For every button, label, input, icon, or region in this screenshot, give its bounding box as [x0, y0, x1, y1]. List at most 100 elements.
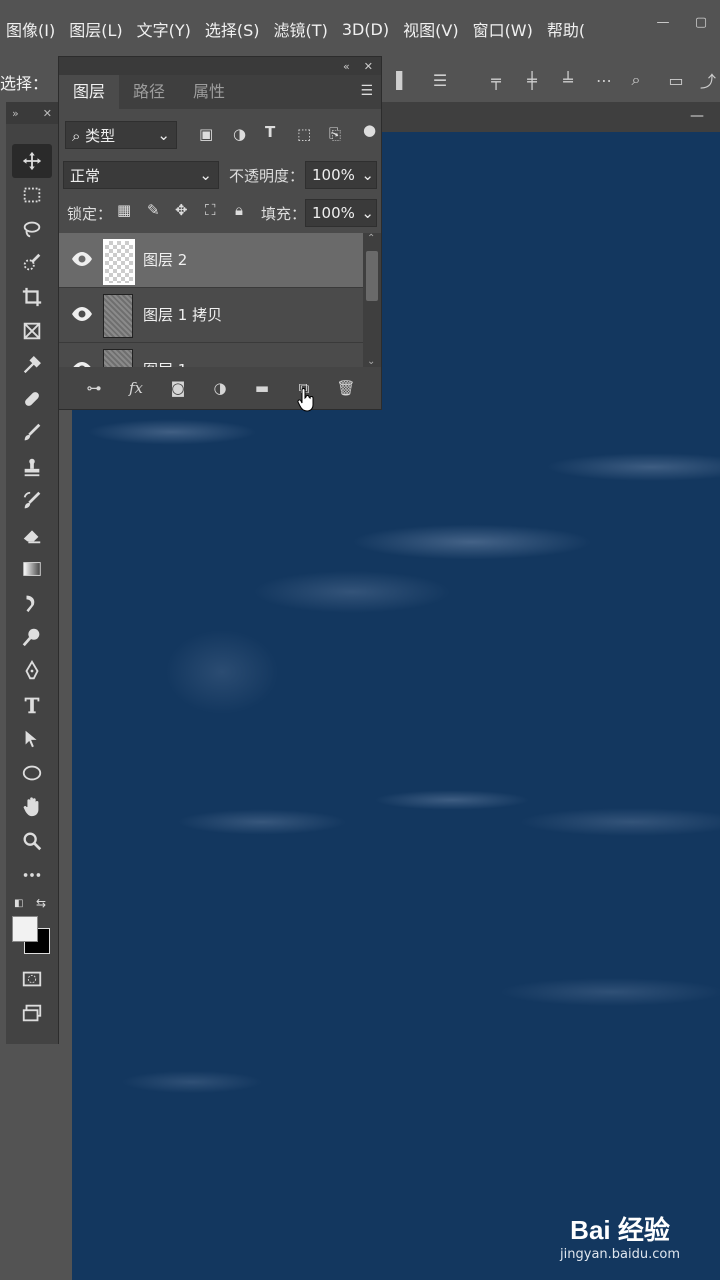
tab-paths[interactable]: 路径 — [119, 75, 179, 109]
frame-tool[interactable] — [12, 314, 52, 348]
swap-colors-icon[interactable]: ⇆ — [36, 896, 46, 910]
lock-artboard-icon[interactable]: ⛶ — [205, 201, 216, 219]
align-hcenter-icon[interactable]: ☰ — [428, 68, 452, 92]
brush-tool[interactable] — [12, 416, 52, 450]
chevron-down-icon: ⌄ — [157, 126, 170, 144]
lock-pixels-icon[interactable]: ✎ — [147, 201, 160, 219]
type-filter-icon[interactable]: T — [265, 123, 275, 141]
image-filter-icon[interactable]: ▣ — [199, 125, 213, 143]
visibility-eye-icon[interactable] — [71, 251, 93, 267]
new-group-folder-icon[interactable]: ▬ — [251, 379, 273, 397]
lock-all-icon[interactable]: 🔒︎ — [235, 201, 243, 219]
menu-layer[interactable]: 图层(L) — [63, 17, 130, 41]
eyedropper-tool[interactable] — [12, 348, 52, 382]
layer-row-layer-1[interactable]: 图层 1 — [59, 343, 363, 367]
history-brush-icon — [23, 491, 41, 509]
quick-select-icon — [23, 253, 41, 271]
delete-layer-trash-icon[interactable]: 🗑︎ — [335, 379, 357, 397]
link-layers-icon[interactable]: ⊶ — [83, 379, 105, 397]
layer-list-scrollbar[interactable]: ⌃ ⌄ — [363, 233, 381, 367]
pen-tool[interactable] — [12, 654, 52, 688]
close-icon[interactable]: ✕ — [43, 107, 52, 120]
share-icon[interactable]: ⤴ — [696, 68, 720, 92]
scroll-up-icon[interactable]: ⌃ — [367, 233, 375, 244]
marquee-tool[interactable] — [12, 178, 52, 212]
opacity-input[interactable]: 100% ⌄ — [305, 161, 377, 189]
tab-layers[interactable]: 图层 — [59, 75, 120, 109]
zoom-tool[interactable] — [12, 824, 52, 858]
align-bottom-icon[interactable]: ╧ — [556, 68, 580, 92]
brush-icon — [24, 423, 41, 441]
more-align-icon[interactable]: ⋯ — [592, 68, 616, 92]
path-select-tool[interactable] — [12, 722, 52, 756]
adjustment-filter-icon[interactable]: ◑ — [233, 125, 246, 143]
dodge-tool[interactable] — [12, 620, 52, 654]
hand-tool[interactable] — [12, 790, 52, 824]
watermark-brand: Bai 经验 — [570, 1215, 670, 1245]
search-icon[interactable]: ⌕ — [624, 68, 648, 92]
restore-icon[interactable]: ▢ — [682, 10, 720, 34]
hand-cursor-icon — [297, 388, 314, 412]
lock-transparent-icon[interactable]: ▦ — [117, 201, 131, 219]
close-icon[interactable]: ✕ — [364, 60, 373, 73]
menu-window[interactable]: 窗口(W) — [467, 17, 541, 41]
window-controls: — ▢ — [644, 10, 720, 34]
menu-view[interactable]: 视图(V) — [397, 17, 466, 41]
align-right-icon[interactable]: ▐ — [384, 68, 408, 92]
eraser-icon — [23, 530, 41, 544]
ellipse-tool[interactable] — [12, 756, 52, 790]
filter-toggle-icon[interactable]: ● — [363, 121, 376, 139]
menu-type[interactable]: 文字(Y) — [131, 17, 199, 41]
quick-mask-tool[interactable] — [12, 962, 52, 996]
fill-input[interactable]: 100% ⌄ — [305, 199, 377, 227]
move-tool[interactable] — [12, 144, 52, 178]
tools-panel: » ✕ ◧ ⇆ — [6, 102, 59, 1044]
menu-select[interactable]: 选择(S) — [199, 17, 268, 41]
ellipse-icon — [22, 765, 42, 781]
layer-name: 图层 2 — [143, 251, 188, 269]
document-tab-bar: — — [382, 102, 720, 132]
layer-row-layer-1-copy[interactable]: 图层 1 拷贝 — [59, 288, 363, 343]
expand-icon[interactable]: » — [12, 107, 19, 120]
menu-image[interactable]: 图像(I) — [0, 17, 63, 41]
collapse-icon[interactable]: « — [343, 60, 350, 73]
align-top-icon[interactable]: ╤ — [484, 68, 508, 92]
tab-properties[interactable]: 属性 — [179, 75, 239, 109]
lock-position-icon[interactable]: ✥ — [175, 201, 188, 219]
gradient-tool[interactable] — [12, 552, 52, 586]
filter-kind-select[interactable]: ⌕ 类型 ⌄ — [65, 121, 177, 149]
eraser-tool[interactable] — [12, 518, 52, 552]
adjustment-layer-icon[interactable]: ◑ — [209, 379, 231, 397]
minimize-icon[interactable]: — — [644, 10, 682, 34]
smart-object-filter-icon[interactable]: ⎘ — [329, 125, 341, 143]
foreground-color-swatch[interactable] — [12, 916, 38, 942]
layer-row-layer-2[interactable]: 图层 2 — [59, 233, 363, 288]
shape-filter-icon[interactable]: ⬚ — [297, 125, 311, 143]
screen-mode-tool[interactable] — [12, 996, 52, 1030]
panel-menu-icon[interactable]: ☰ — [360, 83, 373, 99]
blend-mode-select[interactable]: 正常 ⌄ — [63, 161, 219, 189]
add-mask-icon[interactable]: ◙ — [167, 379, 189, 397]
type-tool[interactable] — [12, 688, 52, 722]
layer-style-fx-icon[interactable]: fx — [125, 379, 147, 397]
history-brush-tool[interactable] — [12, 484, 52, 518]
align-vcenter-icon[interactable]: ╪ — [520, 68, 544, 92]
menu-filter[interactable]: 滤镜(T) — [268, 17, 336, 41]
blur-tool[interactable] — [12, 586, 52, 620]
quick-select-tool[interactable] — [12, 246, 52, 280]
crop-tool[interactable] — [12, 280, 52, 314]
workspace-icon[interactable]: ▭ — [664, 68, 688, 92]
chevron-down-icon: ⌄ — [361, 204, 374, 222]
default-colors-icon[interactable]: ◧ — [14, 898, 23, 909]
move-icon — [22, 151, 42, 171]
healing-brush-tool[interactable] — [12, 382, 52, 416]
scrollbar-thumb[interactable] — [366, 251, 378, 301]
panel-minimize-icon[interactable]: — — [690, 108, 704, 124]
scroll-down-icon[interactable]: ⌄ — [367, 356, 375, 367]
stamp-tool[interactable] — [12, 450, 52, 484]
more-tools[interactable] — [12, 858, 52, 892]
visibility-eye-icon[interactable] — [71, 306, 93, 322]
menu-help[interactable]: 帮助( — [541, 17, 593, 41]
lasso-tool[interactable] — [12, 212, 52, 246]
menu-3d[interactable]: 3D(D) — [336, 20, 397, 39]
